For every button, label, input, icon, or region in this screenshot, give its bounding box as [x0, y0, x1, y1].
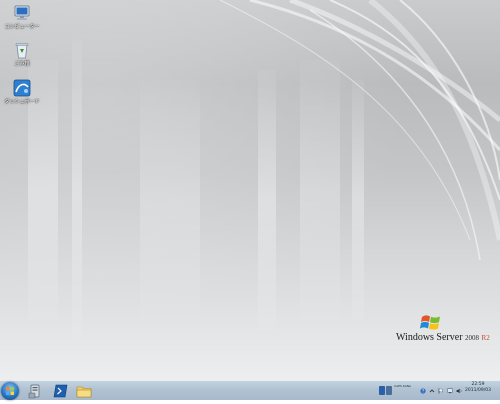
desktop-icon-label: ごみ箱 — [14, 61, 30, 67]
ime-mode-icon[interactable] — [379, 386, 385, 395]
desktop-icon-label: ダッシュボード — [4, 99, 40, 105]
system-clock[interactable]: 22:59 2011/09/03 — [459, 382, 497, 394]
powershell-button[interactable] — [50, 382, 72, 400]
show-hidden-icons-icon[interactable] — [429, 388, 435, 394]
desktop-icon-computer[interactable]: コンピューター — [0, 4, 44, 30]
desktop-icon-recycle-bin[interactable]: ごみ箱 — [0, 41, 44, 67]
network-icon[interactable] — [447, 388, 453, 394]
desktop: コンピューター ごみ箱 ダッシュボード Windows Server 2008 … — [0, 0, 500, 380]
desktop-icon-dashboard[interactable]: ダッシュボード — [0, 79, 44, 105]
action-center-flag-icon[interactable] — [438, 388, 444, 394]
brand-edition: R2 — [481, 334, 490, 342]
server-manager-icon — [28, 384, 40, 399]
start-orb-icon — [6, 387, 14, 395]
recycle-bin-icon — [13, 41, 31, 59]
explorer-button[interactable] — [73, 382, 95, 400]
taskbar: CAPS KANA ? 22:59 2011/09/03 — [0, 380, 500, 400]
start-button[interactable] — [1, 382, 19, 400]
clock-date: 2011/09/03 — [465, 388, 491, 393]
computer-icon — [13, 4, 31, 22]
desktop-icon-label: コンピューター — [4, 24, 40, 30]
help-icon[interactable]: ? — [420, 388, 426, 394]
language-bar-status[interactable]: CAPS KANA — [394, 384, 411, 388]
brand-name: Windows Server — [396, 332, 463, 343]
svg-text:?: ? — [422, 389, 424, 394]
dashboard-icon — [13, 79, 31, 97]
windows-server-wordmark: Windows Server 2008 R2 — [396, 332, 490, 343]
brand-version: 2008 — [465, 334, 480, 342]
server-manager-button[interactable] — [24, 382, 46, 400]
folder-icon — [76, 386, 92, 398]
windows-server-logo: Windows Server 2008 R2 — [396, 314, 500, 354]
ime-pad-icon[interactable] — [386, 386, 392, 395]
powershell-icon — [53, 384, 68, 398]
